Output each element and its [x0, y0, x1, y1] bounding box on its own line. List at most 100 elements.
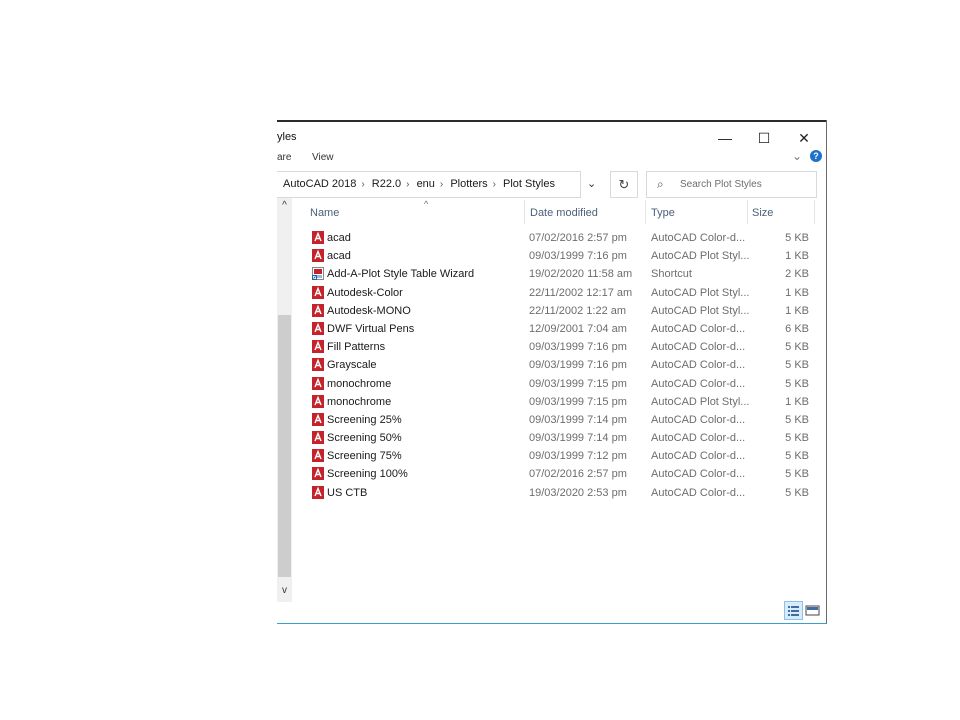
address-dropdown-icon[interactable]: ⌄	[587, 177, 596, 190]
file-type: AutoCAD Plot Styl...	[651, 250, 750, 263]
help-icon[interactable]: ?	[810, 150, 822, 162]
breadcrumb-r22[interactable]: R22.0	[372, 178, 401, 190]
breadcrumb-plot-styles[interactable]: Plot Styles	[503, 178, 555, 190]
file-row[interactable]: Fill Patterns 09/03/1999 7:16 pm AutoCAD…	[277, 338, 826, 356]
file-size: 1 KB	[785, 395, 809, 408]
column-divider[interactable]	[645, 200, 646, 224]
file-explorer-window: yles — ☐ ✕ are View ⌄ ? AutoCAD 2018 › R2…	[277, 120, 827, 624]
file-row[interactable]: monochrome 09/03/1999 7:15 pm AutoCAD Pl…	[277, 393, 826, 411]
search-box[interactable]: ⌕ Search Plot Styles	[646, 171, 817, 198]
file-name: monochrome	[327, 395, 392, 408]
close-button[interactable]: ✕	[786, 126, 822, 150]
file-type: AutoCAD Color-d...	[651, 486, 746, 499]
file-date-modified: 09/03/1999 7:16 pm	[529, 250, 627, 263]
file-type: AutoCAD Plot Styl...	[651, 395, 750, 408]
file-row[interactable]: monochrome 09/03/1999 7:15 pm AutoCAD Co…	[277, 375, 826, 393]
file-row[interactable]: Grayscale 09/03/1999 7:16 pm AutoCAD Col…	[277, 356, 826, 374]
chevron-right-icon: ›	[492, 179, 496, 190]
file-type: AutoCAD Color-d...	[651, 450, 746, 463]
file-row[interactable]: Screening 50% 09/03/1999 7:14 pm AutoCAD…	[277, 429, 826, 447]
autocad-file-icon	[312, 321, 324, 335]
scroll-down-icon[interactable]: v	[277, 585, 292, 599]
refresh-button[interactable]: ↻	[610, 171, 638, 198]
file-date-modified: 09/03/1999 7:16 pm	[529, 341, 627, 354]
tab-share[interactable]: are	[277, 152, 291, 163]
autocad-file-icon	[312, 285, 324, 299]
file-size: 5 KB	[785, 341, 809, 354]
autocad-file-icon	[312, 303, 324, 317]
title-bar[interactable]: yles — ☐ ✕	[277, 122, 826, 152]
window-title: yles	[277, 131, 297, 143]
file-size: 5 KB	[785, 413, 809, 426]
large-icons-view-button[interactable]	[803, 601, 822, 620]
maximize-button[interactable]: ☐	[746, 126, 782, 150]
ribbon-expand-icon[interactable]: ⌄	[792, 150, 802, 162]
file-row[interactable]: Autodesk-MONO 22/11/2002 1:22 am AutoCAD…	[277, 302, 826, 320]
scroll-up-icon[interactable]: ^	[277, 200, 292, 214]
minimize-button[interactable]: —	[707, 126, 743, 150]
file-size: 1 KB	[785, 304, 809, 317]
details-view-button[interactable]	[784, 601, 803, 620]
autocad-file-icon	[312, 467, 324, 481]
file-date-modified: 22/11/2002 1:22 am	[529, 304, 627, 317]
file-type: AutoCAD Color-d...	[651, 232, 746, 244]
file-name: US CTB	[327, 486, 368, 499]
file-name: Add-A-Plot Style Table Wizard	[327, 268, 475, 281]
file-row[interactable]: Screening 75% 09/03/1999 7:12 pm AutoCAD…	[277, 447, 826, 465]
file-date-modified: 09/03/1999 7:12 pm	[529, 450, 627, 463]
file-list: acad 07/02/2016 2:57 pm AutoCAD Color-d.…	[277, 229, 826, 502]
autocad-file-icon	[312, 449, 324, 463]
file-row[interactable]: Screening 100% 07/02/2016 2:57 pm AutoCA…	[277, 465, 826, 483]
file-row[interactable]: DWF Virtual Pens 12/09/2001 7:04 am Auto…	[277, 320, 826, 338]
file-name: Autodesk-MONO	[327, 304, 411, 317]
file-size: 5 KB	[785, 486, 809, 499]
breadcrumb-plotters[interactable]: Plotters	[450, 178, 487, 190]
file-size: 1 KB	[785, 286, 809, 299]
file-name: acad	[327, 232, 351, 244]
file-type: AutoCAD Color-d...	[651, 413, 746, 426]
tab-view[interactable]: View	[312, 152, 334, 163]
file-name: DWF Virtual Pens	[327, 322, 415, 335]
file-type: AutoCAD Plot Styl...	[651, 304, 750, 317]
file-size: 5 KB	[785, 377, 809, 390]
file-name: Screening 100%	[327, 468, 408, 481]
file-type: AutoCAD Color-d...	[651, 432, 746, 445]
file-date-modified: 09/03/1999 7:16 pm	[529, 359, 627, 372]
file-date-modified: 07/02/2016 2:57 pm	[529, 468, 627, 481]
column-headers: ^ Name Date modified Type Size	[292, 199, 817, 224]
address-bar[interactable]: AutoCAD 2018 › R22.0 › enu › Plotters › Plot…	[277, 171, 581, 198]
file-size: 5 KB	[785, 432, 809, 445]
file-date-modified: 09/03/1999 7:15 pm	[529, 377, 627, 390]
file-row[interactable]: acad 09/03/1999 7:16 pm AutoCAD Plot Sty…	[277, 247, 826, 265]
file-size: 2 KB	[785, 268, 809, 281]
autocad-file-icon	[312, 376, 324, 390]
column-header-type[interactable]: Type	[651, 207, 675, 219]
file-row[interactable]: US CTB 19/03/2020 2:53 pm AutoCAD Color-…	[277, 484, 826, 502]
file-type: AutoCAD Color-d...	[651, 359, 746, 372]
file-row[interactable]: acad 07/02/2016 2:57 pm AutoCAD Color-d.…	[277, 229, 826, 247]
column-header-date[interactable]: Date modified	[530, 207, 598, 219]
autocad-file-icon	[312, 412, 324, 426]
file-name: Fill Patterns	[327, 341, 386, 354]
file-date-modified: 19/03/2020 2:53 pm	[529, 486, 627, 499]
column-divider[interactable]	[524, 200, 525, 224]
file-type: AutoCAD Color-d...	[651, 377, 746, 390]
file-row[interactable]: Autodesk-Color 22/11/2002 12:17 am AutoC…	[277, 284, 826, 302]
autocad-file-icon	[312, 485, 324, 499]
file-date-modified: 09/03/1999 7:14 pm	[529, 432, 627, 445]
breadcrumb: AutoCAD 2018 › R22.0 › enu › Plotters › Plot…	[283, 178, 559, 190]
column-header-name[interactable]: Name	[310, 207, 339, 219]
file-row[interactable]: Screening 25% 09/03/1999 7:14 pm AutoCAD…	[277, 411, 826, 429]
file-name: Screening 50%	[327, 432, 402, 445]
column-header-size[interactable]: Size	[752, 207, 773, 219]
autocad-file-icon	[312, 431, 324, 445]
file-name: Screening 75%	[327, 450, 402, 463]
column-divider[interactable]	[814, 200, 815, 224]
file-row[interactable]: Add-A-Plot Style Table Wizard 19/02/2020…	[277, 265, 826, 283]
breadcrumb-autocad-2018[interactable]: AutoCAD 2018	[283, 178, 356, 190]
details-view-icon	[788, 606, 799, 616]
breadcrumb-enu[interactable]: enu	[417, 178, 435, 190]
file-date-modified: 07/02/2016 2:57 pm	[529, 232, 627, 244]
column-divider[interactable]	[747, 200, 748, 224]
file-type: AutoCAD Color-d...	[651, 341, 746, 354]
